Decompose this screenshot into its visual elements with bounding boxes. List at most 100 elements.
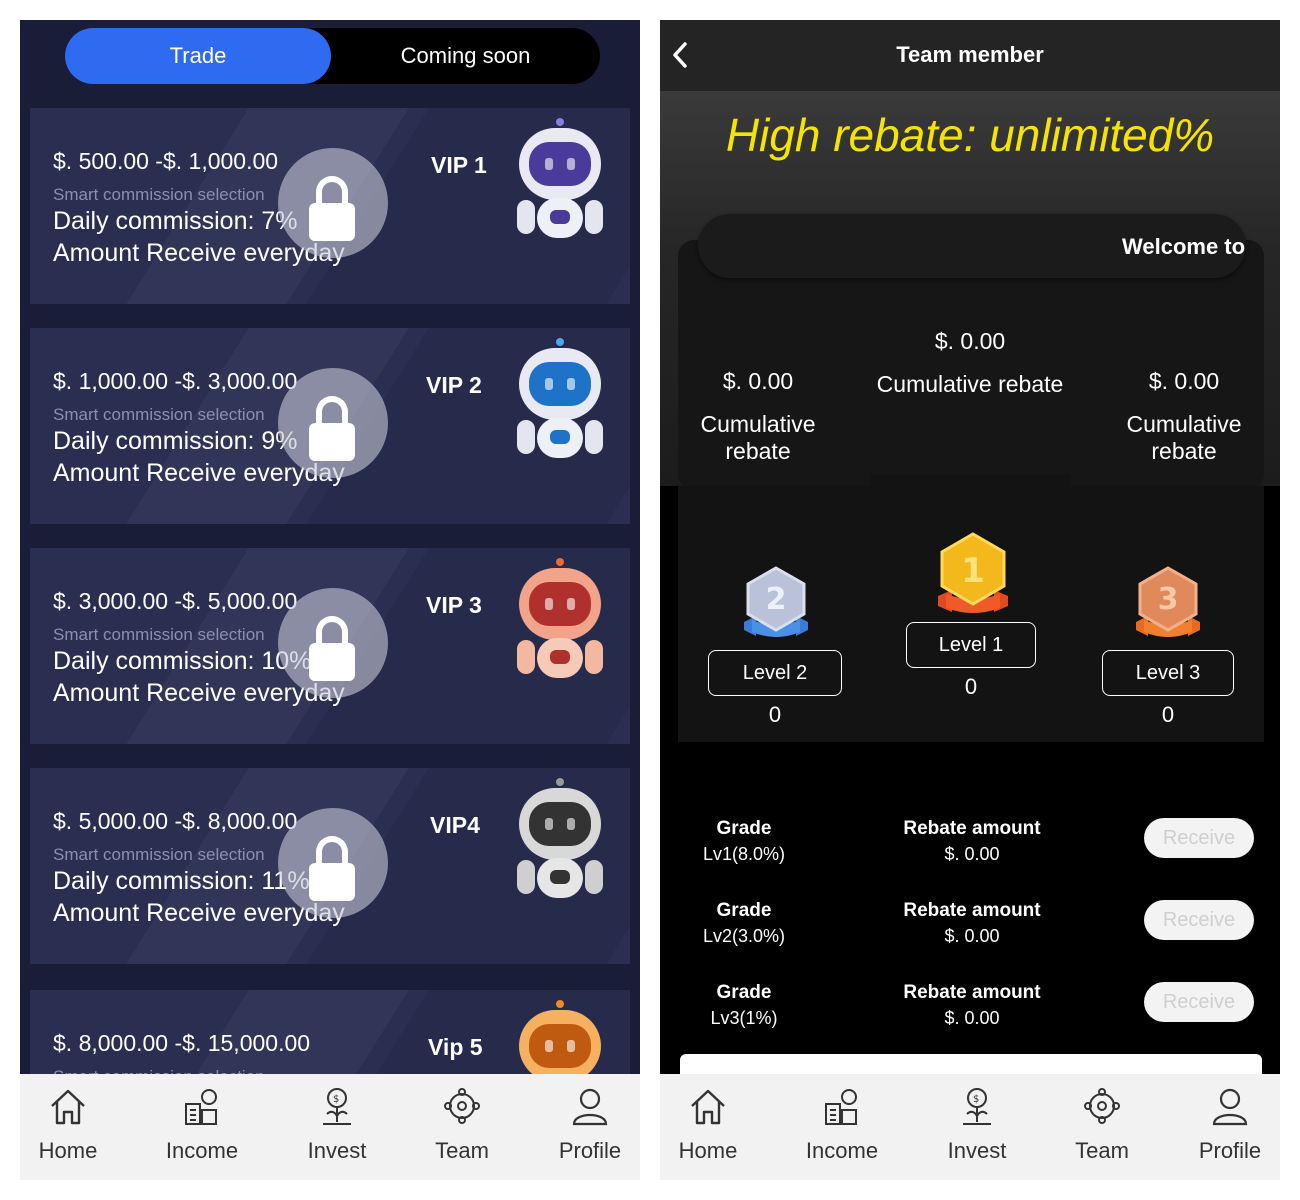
hero-banner: High rebate: unlimited% Welcome to $. 0.… — [660, 92, 1280, 486]
vip-daily-commission: Daily commission: 9% — [53, 427, 298, 455]
rebate-amount-value: $. 0.00 — [944, 926, 1000, 946]
nav-team-label: Team — [435, 1138, 489, 1163]
level-1-count: 0 — [964, 674, 978, 699]
rebate-amount-value: $. 0.00 — [944, 1008, 1000, 1028]
svg-text:$: $ — [973, 1094, 979, 1105]
trade-tabs: Trade Coming soon — [65, 28, 600, 84]
vip-card-4[interactable]: $. 5,000.00 -$. 8,000.00 Smart commissio… — [30, 768, 630, 964]
level-1-box[interactable]: Level 1 — [906, 622, 1036, 668]
profile-icon — [572, 1088, 608, 1126]
level-2-box[interactable]: Level 2 — [708, 650, 842, 696]
nav-home-label: Home — [678, 1138, 738, 1163]
nav-profile-label: Profile — [1198, 1138, 1262, 1163]
nav-team-label: Team — [1075, 1138, 1129, 1163]
nav-team[interactable]: Team — [400, 1074, 524, 1180]
vip-range: $. 500.00 -$. 1,000.00 — [53, 148, 279, 174]
invest-icon: $ — [323, 1088, 351, 1125]
grade-level: Lv1(8.0%) — [702, 844, 786, 864]
tab-coming-soon[interactable]: Coming soon — [331, 28, 600, 84]
stat-cumulative-rebate-center: $. 0.00 Cumulative rebate — [876, 328, 1064, 397]
nav-invest[interactable]: $ Invest — [915, 1074, 1039, 1180]
marquee-text: Welcome to — [1122, 234, 1246, 259]
robot-crown-icon — [515, 118, 605, 243]
team-icon — [444, 1088, 480, 1124]
team-icon — [1084, 1088, 1120, 1124]
income-icon — [825, 1089, 857, 1125]
vip-card-2[interactable]: $. 1,000.00 -$. 3,000.00 Smart commissio… — [30, 328, 630, 524]
nav-profile-label: Profile — [558, 1138, 622, 1163]
vip-range: $. 1,000.00 -$. 3,000.00 — [53, 368, 298, 394]
home-icon — [51, 1089, 85, 1125]
grade-level: Lv3(1%) — [710, 1008, 778, 1028]
grade-level: Lv2(3.0%) — [702, 926, 786, 946]
lock-icon — [278, 808, 388, 918]
top-bar: Team member — [660, 20, 1280, 92]
invest-icon: $ — [963, 1088, 991, 1125]
robot-silver-icon — [515, 778, 605, 903]
vip-range: $. 3,000.00 -$. 5,000.00 — [53, 588, 298, 614]
robot-bronze-icon — [515, 558, 605, 683]
vip-level-label: VIP 3 — [426, 592, 482, 618]
nav-invest-label: Invest — [307, 1138, 367, 1163]
vip-smart-label: Smart commission selection — [53, 405, 265, 424]
nav-profile[interactable]: Profile — [1168, 1074, 1280, 1180]
gold-medal-icon: 1 — [938, 532, 1008, 613]
silver-medal-icon: 2 — [744, 566, 808, 637]
vip-daily-commission: Daily commission: 7% — [53, 207, 298, 235]
vip-trade-screen: Trade Coming soon $. 500.00 -$. 1,000.00… — [20, 20, 640, 1180]
stat-cumulative-rebate-left: $. 0.00 Cumulative rebate — [700, 368, 816, 464]
vip-level-label: VIP4 — [430, 812, 480, 838]
receive-button-lv3[interactable]: Receive — [1144, 982, 1254, 1022]
nav-profile[interactable]: Profile — [528, 1074, 640, 1180]
vip-level-label: Vip 5 — [428, 1034, 483, 1060]
grade-row: Grade Lv1(8.0%) Rebate amount $. 0.00 Re… — [660, 818, 1280, 888]
level-2-count: 0 — [768, 702, 782, 727]
vip-level-label: VIP 1 — [431, 152, 487, 178]
nav-invest[interactable]: $ Invest — [275, 1074, 399, 1180]
nav-home-label: Home — [38, 1138, 98, 1163]
svg-text:2: 2 — [766, 582, 787, 617]
vip-smart-label: Smart commission selection — [53, 625, 265, 644]
nav-income-label: Income — [165, 1138, 239, 1163]
receive-button-lv1[interactable]: Receive — [1144, 818, 1254, 858]
nav-income[interactable]: Income — [140, 1074, 264, 1180]
vip-card-1[interactable]: $. 500.00 -$. 1,000.00 Smart commission … — [30, 108, 630, 304]
grade-row: Grade Lv2(3.0%) Rebate amount $. 0.00 Re… — [660, 900, 1280, 970]
svg-text:$: $ — [333, 1094, 339, 1105]
vip-daily-commission: Daily commission: 10% — [53, 647, 312, 675]
svg-text:3: 3 — [1158, 582, 1179, 617]
nav-home[interactable]: Home — [20, 1074, 130, 1180]
lock-icon — [278, 148, 388, 258]
rebate-amount-value: $. 0.00 — [944, 844, 1000, 864]
robot-diamond-icon — [515, 338, 605, 463]
lock-icon — [278, 588, 388, 698]
vip-smart-label: Smart commission selection — [53, 185, 265, 204]
stat-cumulative-rebate-right: $. 0.00 Cumulative rebate — [1126, 368, 1242, 464]
level-3-box[interactable]: Level 3 — [1102, 650, 1234, 696]
vip-level-label: VIP 2 — [426, 372, 482, 398]
nav-home[interactable]: Home — [660, 1074, 770, 1180]
nav-team[interactable]: Team — [1040, 1074, 1164, 1180]
grade-row: Grade Lv3(1%) Rebate amount $. 0.00 Rece… — [660, 982, 1280, 1052]
bronze-medal-icon: 3 — [1136, 566, 1200, 637]
receive-button-lv2[interactable]: Receive — [1144, 900, 1254, 940]
lock-icon — [278, 368, 388, 478]
vip-daily-commission: Daily commission: 11% — [53, 867, 310, 895]
welcome-marquee: Welcome to — [698, 214, 1246, 278]
nav-income[interactable]: Income — [780, 1074, 904, 1180]
income-icon — [185, 1089, 217, 1125]
vip-card-3[interactable]: $. 3,000.00 -$. 5,000.00 Smart commissio… — [30, 548, 630, 744]
rebate-slogan: High rebate: unlimited% — [725, 109, 1215, 161]
bottom-tabbar: Home Income $ Invest Team Profile — [660, 1074, 1280, 1180]
bottom-tabbar: Home Income $ Invest Team Profile — [20, 1074, 640, 1180]
vip-range: $. 8,000.00 -$. 15,000.00 — [53, 1030, 311, 1056]
tab-trade[interactable]: Trade — [65, 28, 331, 84]
level-3-count: 0 — [1161, 702, 1175, 727]
page-title: Team member — [896, 42, 1044, 67]
level-podium: 2 1 3 Level 2 0 Level 1 0 Level 3 0 — [678, 474, 1264, 742]
nav-income-label: Income — [805, 1138, 879, 1163]
nav-invest-label: Invest — [947, 1138, 1007, 1163]
svg-text:1: 1 — [961, 551, 985, 591]
vip-range: $. 5,000.00 -$. 8,000.00 — [53, 808, 298, 834]
vip-smart-label: Smart commission selection — [53, 845, 265, 864]
